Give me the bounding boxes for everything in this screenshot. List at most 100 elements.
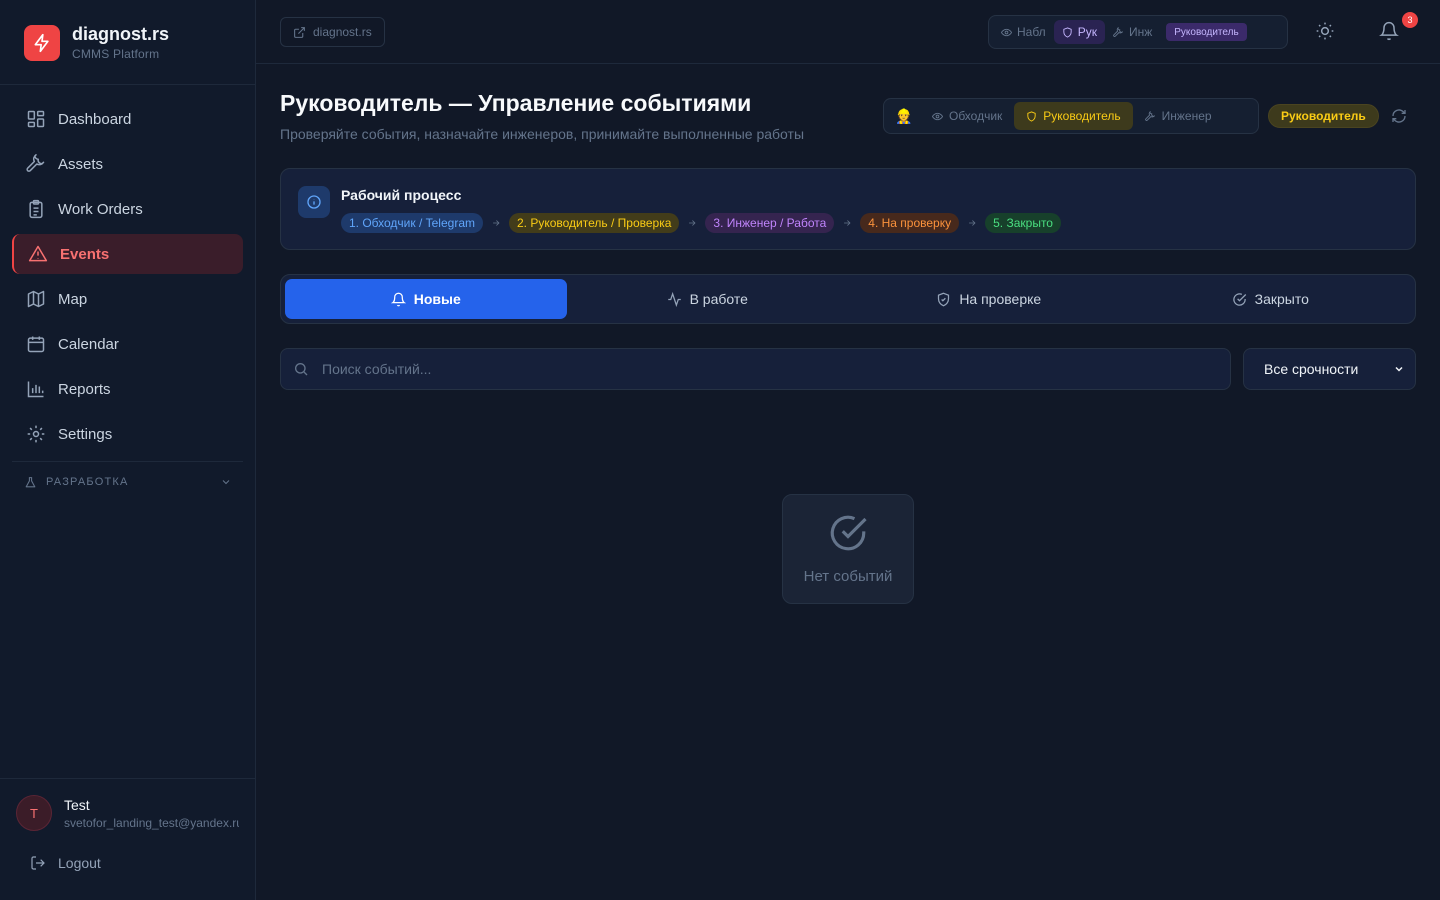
- wrench-icon: [1113, 26, 1124, 38]
- chevron-down-icon: [1393, 363, 1405, 375]
- workflow-step: 2. Руководитель / Проверка: [509, 213, 680, 233]
- app-subtitle: CMMS Platform: [72, 47, 160, 61]
- role-engineer-label: Инж: [1128, 25, 1153, 39]
- tab-label: Новые: [413, 291, 461, 307]
- brand[interactable]: diagnost.rs CMMS Platform: [24, 24, 169, 61]
- search-box: [280, 348, 1231, 390]
- dev-section-label: РАЗРАБОТКА: [46, 476, 129, 488]
- avatar: T: [16, 795, 52, 831]
- tab-in-progress[interactable]: В работе: [567, 279, 849, 319]
- logout-label: Logout: [58, 855, 101, 871]
- refresh-button[interactable]: [1391, 108, 1407, 124]
- role-observer-label: Набл: [1017, 25, 1046, 39]
- event-status-tabs: Новые В работе На проверке Закрыто: [280, 274, 1416, 324]
- tab-label: Закрыто: [1254, 291, 1309, 307]
- sidebar: diagnost.rs CMMS Platform Dashboard Asse…: [0, 0, 256, 900]
- role-manager-button[interactable]: Рук: [1053, 20, 1105, 44]
- empty-state: Нет событий: [782, 494, 914, 604]
- view-walker-button[interactable]: Обходчик: [920, 102, 1014, 130]
- grid-icon: [26, 109, 46, 129]
- workflow-panel: Рабочий процесс 1. Обходчик / Telegram 2…: [280, 168, 1416, 250]
- sun-icon: [1315, 21, 1335, 41]
- workflow-step: 4. На проверку: [860, 213, 960, 233]
- divider: [12, 461, 243, 462]
- user-name: Test: [64, 796, 90, 813]
- topbar: diagnost.rs Набл Рук Инж Руководитель 3: [256, 0, 1440, 64]
- sidebar-item-settings[interactable]: Settings: [12, 414, 243, 454]
- bar-chart-icon: [26, 379, 46, 399]
- workflow-step: 3. Инженер / Работа: [705, 213, 835, 233]
- external-link-icon: [293, 26, 306, 39]
- arrow-right-icon: [687, 218, 697, 228]
- workflow-title: Рабочий процесс: [341, 187, 462, 203]
- theme-toggle-button[interactable]: [1315, 21, 1335, 41]
- sidebar-item-work-orders[interactable]: Work Orders: [12, 189, 243, 229]
- view-role-switcher: 👷 Обходчик Руководитель Инженер: [883, 98, 1259, 134]
- page-title: Руководитель — Управление событиями: [280, 90, 752, 116]
- lightning-icon: [24, 24, 60, 61]
- check-circle-icon: [1232, 292, 1247, 307]
- chevron-down-icon: [220, 476, 232, 488]
- sidebar-item-label: Dashboard: [58, 110, 132, 128]
- role-engineer-button[interactable]: Инж: [1105, 20, 1160, 44]
- sidebar-item-dashboard[interactable]: Dashboard: [12, 99, 243, 139]
- notifications-button[interactable]: [1379, 21, 1399, 41]
- eye-icon: [1001, 27, 1012, 38]
- workflow-step: 1. Обходчик / Telegram: [341, 213, 483, 233]
- sidebar-item-label: Map: [58, 290, 88, 308]
- flask-icon: [24, 476, 37, 489]
- workflow-steps: 1. Обходчик / Telegram 2. Руководитель /…: [341, 213, 1061, 233]
- sidebar-item-label: Reports: [58, 380, 111, 398]
- view-manager-button[interactable]: Руководитель: [1014, 102, 1133, 130]
- shield-check-icon: [936, 292, 951, 307]
- current-role-pill: Руководитель: [1268, 104, 1379, 128]
- urgency-select[interactable]: Все срочности: [1243, 348, 1416, 390]
- info-icon: [298, 186, 330, 218]
- logout-button[interactable]: Logout: [30, 855, 101, 871]
- alert-triangle-icon: [28, 244, 48, 264]
- search-icon: [293, 361, 309, 377]
- calendar-icon: [26, 334, 46, 354]
- tab-label: На проверке: [959, 291, 1042, 307]
- sidebar-item-events[interactable]: Events: [12, 234, 243, 274]
- role-observer-button[interactable]: Набл: [993, 20, 1054, 44]
- tab-review[interactable]: На проверке: [848, 279, 1130, 319]
- tab-new[interactable]: Новые: [285, 279, 567, 319]
- sidebar-item-calendar[interactable]: Calendar: [12, 324, 243, 364]
- tab-closed[interactable]: Закрыто: [1130, 279, 1412, 319]
- empty-state-text: Нет событий: [803, 568, 893, 585]
- role-manager-label: Рук: [1077, 25, 1097, 39]
- user-email: svetofor_landing_test@yandex.ru: [64, 815, 239, 830]
- divider: [0, 778, 255, 779]
- eye-icon: [932, 111, 943, 122]
- role-switcher: Набл Рук Инж Руководитель: [988, 15, 1288, 49]
- map-icon: [26, 289, 46, 309]
- search-input[interactable]: [322, 361, 1202, 377]
- bell-icon: [1379, 21, 1399, 41]
- sidebar-item-label: Calendar: [58, 335, 119, 353]
- site-link[interactable]: diagnost.rs: [280, 17, 385, 47]
- arrow-right-icon: [842, 218, 852, 228]
- dev-section-toggle[interactable]: РАЗРАБОТКА: [24, 474, 232, 490]
- shield-icon: [1062, 26, 1073, 38]
- shield-icon: [1026, 110, 1037, 122]
- activity-icon: [667, 291, 682, 307]
- sidebar-item-assets[interactable]: Assets: [12, 144, 243, 184]
- arrow-right-icon: [967, 218, 977, 228]
- sidebar-item-reports[interactable]: Reports: [12, 369, 243, 409]
- sidebar-item-label: Work Orders: [58, 200, 143, 218]
- check-circle-icon: [827, 512, 869, 554]
- sidebar-item-label: Events: [60, 245, 110, 263]
- user-card[interactable]: T Test svetofor_landing_test@yandex.ru: [16, 795, 239, 831]
- site-link-label: diagnost.rs: [313, 25, 372, 39]
- tab-label: В работе: [689, 291, 748, 307]
- sidebar-nav: Dashboard Assets Work Orders Events Map …: [12, 99, 243, 459]
- wrench-icon: [1144, 110, 1156, 122]
- app-name: diagnost.rs: [72, 24, 170, 44]
- sidebar-item-map[interactable]: Map: [12, 279, 243, 319]
- view-manager-label: Руководитель: [1043, 109, 1121, 123]
- notification-count-badge: 3: [1402, 12, 1418, 28]
- clipboard-icon: [26, 199, 46, 219]
- view-walker-label: Обходчик: [949, 109, 1003, 123]
- view-engineer-button[interactable]: Инженер: [1133, 102, 1224, 130]
